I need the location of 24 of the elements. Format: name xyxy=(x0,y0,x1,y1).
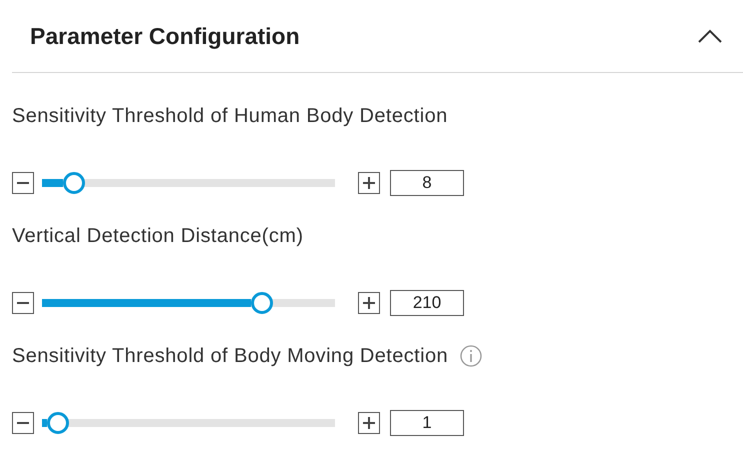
info-icon[interactable] xyxy=(460,345,482,367)
minus-icon xyxy=(17,302,29,304)
value-field[interactable]: 1 xyxy=(390,410,464,436)
chevron-up-icon[interactable] xyxy=(697,28,723,44)
increase-button[interactable] xyxy=(358,292,380,314)
parameter-label: Vertical Detection Distance(cm) xyxy=(12,224,304,249)
plus-icon xyxy=(363,297,375,309)
decrease-button[interactable] xyxy=(12,292,34,314)
slider-thumb[interactable] xyxy=(250,292,273,314)
minus-icon xyxy=(17,422,29,424)
decrease-button[interactable] xyxy=(12,412,34,434)
plus-icon xyxy=(363,417,375,429)
minus-icon xyxy=(17,182,29,184)
increase-button[interactable] xyxy=(358,172,380,194)
slider-thumb[interactable] xyxy=(63,172,86,194)
slider-thumb[interactable] xyxy=(47,412,70,434)
parameter-label: Sensitivity Threshold of Body Moving Detection xyxy=(12,344,448,369)
plus-icon xyxy=(363,177,375,189)
panel-title: Parameter Configuration xyxy=(30,22,300,51)
decrease-button[interactable] xyxy=(12,172,34,194)
value-field[interactable]: 8 xyxy=(390,170,464,196)
value-field[interactable]: 210 xyxy=(390,290,464,316)
increase-button[interactable] xyxy=(358,412,380,434)
parameter-label: Sensitivity Threshold of Human Body Detection xyxy=(12,104,448,129)
